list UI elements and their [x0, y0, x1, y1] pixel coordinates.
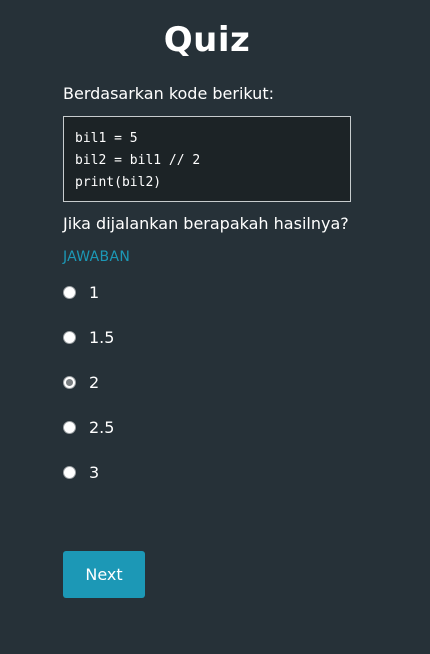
answer-option-label: 1.5 [89, 327, 115, 347]
answer-option-2[interactable]: 1.5 [63, 327, 114, 347]
code-block: bil1 = 5 bil2 = bil1 // 2 print(bil2) [63, 116, 351, 202]
answer-option-1[interactable]: 1 [63, 282, 99, 302]
answer-heading: JAWABAN [63, 249, 131, 265]
answer-option-label: 2 [89, 372, 100, 392]
question-text: Jika dijalankan berapakah hasilnya? [63, 214, 349, 233]
answer-option-label: 2.5 [89, 417, 115, 437]
answer-option-4[interactable]: 2.5 [63, 417, 114, 437]
radio-button[interactable] [63, 420, 76, 434]
answer-option-label: 3 [89, 462, 100, 482]
answer-option-label: 1 [89, 282, 100, 302]
radio-button[interactable] [63, 285, 76, 299]
radio-button[interactable] [63, 330, 76, 344]
radio-button[interactable] [63, 465, 76, 479]
next-button[interactable]: Next [63, 551, 145, 598]
answer-option-3[interactable]: 2 [63, 372, 99, 392]
intro-text: Berdasarkan kode berikut: [63, 84, 274, 103]
page-title: Quiz [163, 20, 251, 60]
radio-button-selected[interactable] [63, 375, 76, 389]
answer-option-5[interactable]: 3 [63, 462, 99, 482]
